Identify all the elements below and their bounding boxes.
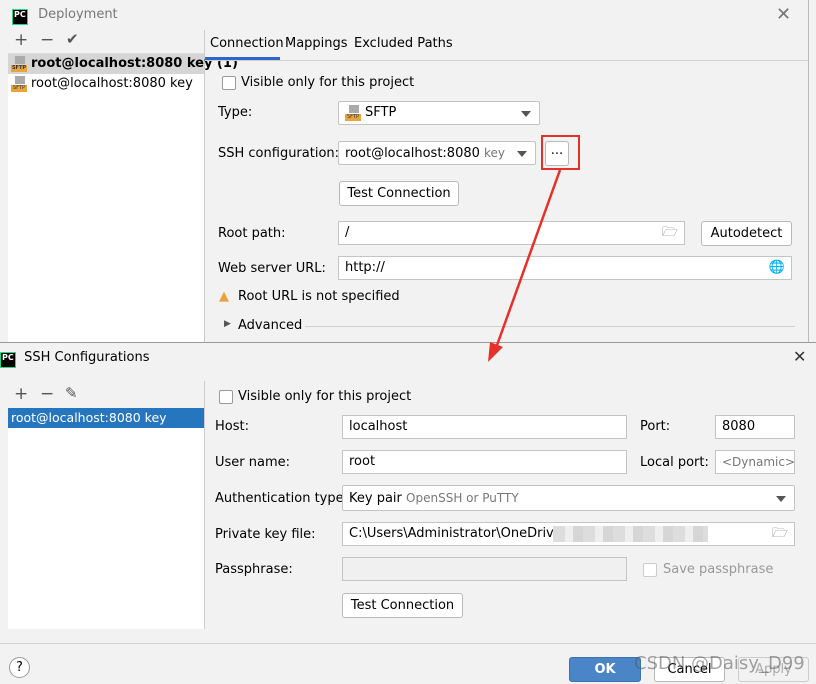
annotation-arrow-line: [494, 169, 562, 349]
annotation-arrow: [488, 169, 562, 362]
annotation-arrowhead: [488, 342, 503, 362]
